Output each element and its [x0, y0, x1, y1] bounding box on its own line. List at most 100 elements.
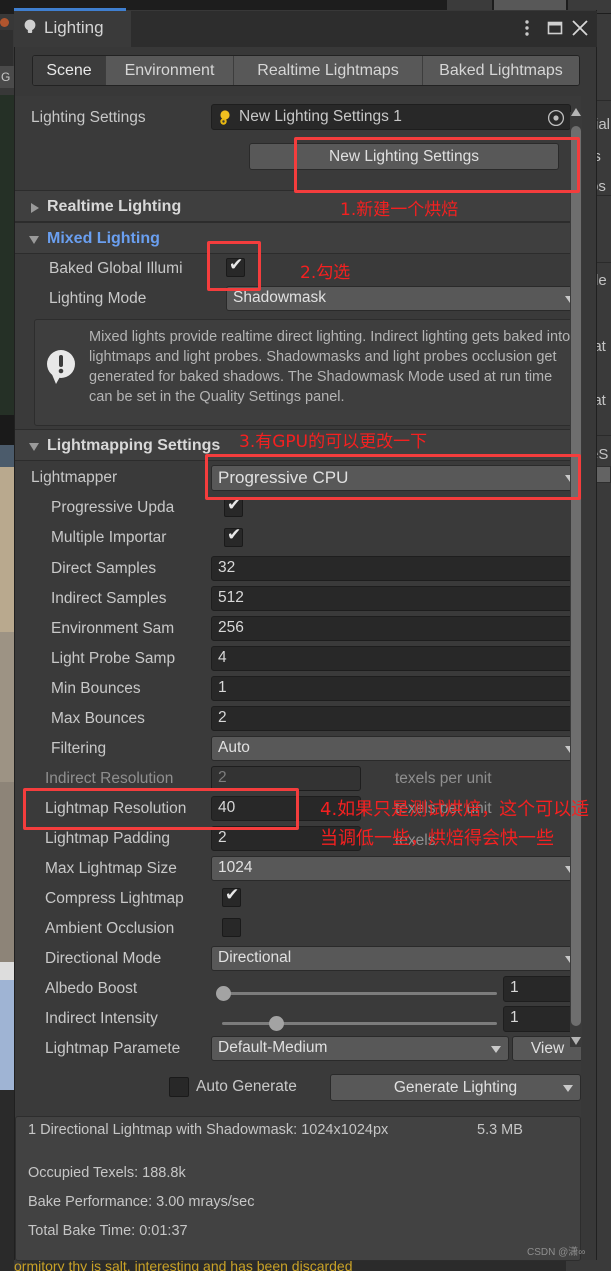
tab-baked-lightmaps[interactable]: Baked Lightmaps	[423, 56, 579, 85]
ambient-occlusion-checkbox[interactable]	[222, 918, 241, 937]
annotation-text-4-line2: 当调低一些，烘焙得会快一些	[320, 828, 554, 849]
filtering-value: Auto	[218, 739, 250, 756]
window-menu-icon[interactable]	[513, 14, 541, 42]
lightmap-parameters-dropdown[interactable]: Default-Medium	[211, 1036, 509, 1061]
auto-generate-checkbox[interactable]	[169, 1077, 189, 1097]
min-bounces-input[interactable]: 1	[211, 676, 581, 701]
multiple-importance-checkbox[interactable]	[224, 525, 243, 547]
max-bounces-label: Max Bounces	[51, 710, 145, 727]
progressive-updates-label: Progressive Upda	[51, 499, 175, 516]
environment-samples-input[interactable]: 256	[211, 616, 581, 641]
section-label-mixed-lighting: Mixed Lighting	[47, 230, 160, 247]
lightmapper-dropdown[interactable]: Progressive CPU	[211, 465, 581, 491]
new-lighting-settings-button[interactable]: New Lighting Settings	[249, 143, 559, 170]
ambient-occlusion-label: Ambient Occlusion	[45, 920, 175, 937]
chevron-down-icon-lightmapping	[29, 443, 39, 451]
lighting-settings-object-field[interactable]: New Lighting Settings 1	[211, 104, 571, 130]
lighting-mode-label: Lighting Mode	[49, 290, 147, 307]
annotation-text-2: 2.勾选	[300, 263, 351, 283]
panel-scrollbar-thumb[interactable]	[571, 126, 581, 1026]
lightmap-padding-label: Lightmap Padding	[45, 830, 170, 847]
filtering-label: Filtering	[51, 740, 107, 757]
indirect-intensity-label: Indirect Intensity	[45, 1010, 158, 1027]
directional-mode-value: Directional	[218, 949, 292, 966]
background-scene-sliver-i	[0, 980, 14, 1090]
section-header-realtime-lighting[interactable]: Realtime Lighting	[15, 190, 581, 222]
annotation-text-1: 1.新建一个烘焙	[340, 200, 459, 220]
indirect-samples-label: Indirect Samples	[51, 590, 167, 607]
tab-realtime-lightmaps[interactable]: Realtime Lightmaps	[234, 56, 423, 85]
albedo-boost-slider-knob[interactable]	[216, 986, 231, 1001]
background-g-label: G	[0, 66, 14, 88]
light-probe-samples-label: Light Probe Samp	[51, 650, 176, 667]
chevron-down-icon-lightmap-parameters	[491, 1045, 501, 1053]
max-lightmap-size-dropdown[interactable]: 1024	[211, 856, 581, 881]
progressive-updates-checkbox[interactable]	[224, 495, 243, 517]
lighting-mode-value: Shadowmask	[233, 289, 327, 306]
background-scene-sliver-b	[0, 95, 14, 415]
compress-lightmaps-label: Compress Lightmap	[45, 890, 184, 907]
auto-generate-label: Auto Generate	[196, 1078, 297, 1095]
annotation-text-4-line1: 4.如果只是测试烘焙，这个可以适	[320, 799, 590, 820]
lightmapper-label: Lightmapper	[31, 469, 118, 486]
albedo-boost-label: Albedo Boost	[45, 980, 138, 997]
mixed-lighting-help-text: Mixed lights provide realtime direct lig…	[89, 329, 571, 405]
filtering-dropdown[interactable]: Auto	[211, 736, 581, 761]
background-scene-sliver-f	[0, 632, 14, 782]
scroll-down-icon[interactable]	[571, 1037, 581, 1045]
max-lightmap-size-value: 1024	[218, 859, 253, 876]
indirect-intensity-slider-knob[interactable]	[269, 1016, 284, 1031]
indirect-resolution-input: 2	[211, 766, 361, 791]
chevron-right-icon	[31, 203, 39, 213]
stats-occupied-texels: Occupied Texels: 188.8k	[28, 1165, 186, 1181]
direct-samples-input[interactable]: 32	[211, 556, 581, 581]
tab-scene[interactable]: Scene	[33, 56, 106, 85]
section-label-lightmapping-settings: Lightmapping Settings	[47, 437, 221, 454]
lightmapper-value: Progressive CPU	[218, 468, 349, 487]
lighting-scene-panel: Lighting Settings New Lighting Settings …	[15, 96, 581, 1156]
lightmap-parameters-label: Lightmap Paramete	[45, 1040, 181, 1057]
watermark: CSDN @潇∞	[527, 1247, 586, 1258]
scroll-up-icon[interactable]	[571, 108, 581, 116]
stats-lightmap-line: 1 Directional Lightmap with Shadowmask: …	[28, 1122, 389, 1138]
max-bounces-input[interactable]: 2	[211, 706, 581, 731]
compress-lightmaps-checkbox[interactable]	[222, 885, 241, 907]
generate-lighting-button[interactable]: Generate Lighting	[330, 1074, 581, 1101]
chevron-down-icon-mixed	[29, 236, 39, 244]
info-exclamation-icon	[43, 348, 79, 384]
environment-samples-label: Environment Sam	[51, 620, 175, 637]
lighting-tab-strip[interactable]: Scene Environment Realtime Lightmaps Bak…	[32, 55, 580, 86]
lighting-settings-label: Lighting Settings	[31, 109, 146, 126]
lighting-settings-asset-name: New Lighting Settings 1	[239, 108, 402, 125]
indirect-samples-input[interactable]: 512	[211, 586, 581, 611]
object-picker-icon	[547, 109, 565, 127]
background-scene-sliver-j	[0, 1090, 14, 1271]
annotation-text-3: 3.有GPU的可以更改一下	[239, 432, 428, 452]
generate-lighting-label: Generate Lighting	[393, 1078, 518, 1096]
directional-mode-dropdown[interactable]: Directional	[211, 946, 581, 971]
directional-mode-label: Directional Mode	[45, 950, 162, 967]
section-label-realtime-lighting: Realtime Lighting	[47, 198, 182, 215]
tab-environment[interactable]: Environment	[106, 56, 234, 85]
window-close-icon[interactable]	[566, 14, 594, 42]
section-header-mixed-lighting[interactable]: Mixed Lighting	[15, 222, 581, 254]
indirect-resolution-unit: texels per unit	[395, 770, 492, 787]
stats-bake-performance: Bake Performance: 3.00 mrays/sec	[28, 1194, 255, 1210]
light-probe-samples-input[interactable]: 4	[211, 646, 581, 671]
background-scene-sliver-e	[0, 467, 14, 632]
background-scene-sliver-g	[0, 782, 14, 962]
multiple-importance-label: Multiple Importar	[51, 529, 167, 546]
lightbulb-icon	[23, 19, 37, 34]
background-scene-sliver-d	[0, 445, 14, 467]
direct-samples-label: Direct Samples	[51, 560, 157, 577]
baked-gi-checkbox[interactable]	[226, 255, 245, 277]
lighting-mode-dropdown[interactable]: Shadowmask	[226, 286, 581, 311]
baked-gi-label: Baked Global Illumi	[49, 260, 183, 277]
lighting-settings-asset-icon	[220, 110, 230, 125]
window-maximize-icon[interactable]	[541, 14, 569, 42]
window-title: Lighting	[44, 18, 104, 37]
background-scene-sliver-h	[0, 962, 14, 980]
albedo-boost-slider-track[interactable]	[222, 992, 497, 995]
background-scene-sliver-c	[0, 415, 14, 445]
indirect-intensity-slider-track[interactable]	[222, 1022, 497, 1025]
